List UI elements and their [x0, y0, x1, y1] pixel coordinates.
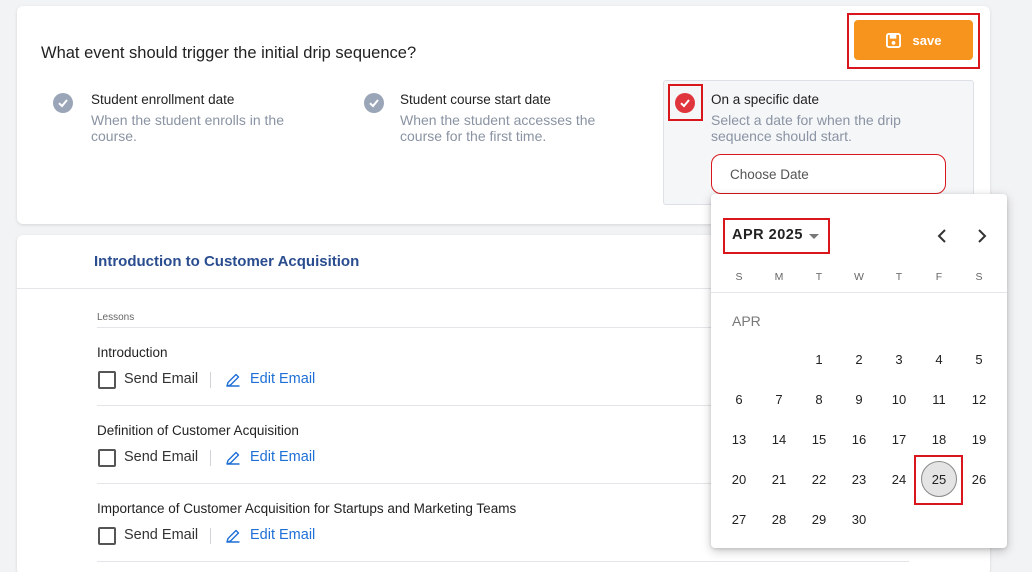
day-cell[interactable]: 27	[721, 501, 757, 537]
day-cell[interactable]: 19	[961, 421, 997, 457]
save-highlight	[847, 13, 980, 69]
selected-day-highlight	[914, 455, 963, 505]
day-cell[interactable]: 12	[961, 381, 997, 417]
lesson-title: Definition of Customer Acquisition	[97, 423, 299, 438]
day-cell[interactable]: 26	[961, 461, 997, 497]
edit-pencil-icon[interactable]	[225, 372, 241, 388]
day-cell[interactable]: 5	[961, 341, 997, 377]
day-cell[interactable]: 28	[761, 501, 797, 537]
option-start-title[interactable]: Student course start date	[400, 92, 551, 107]
divider	[210, 528, 211, 544]
edit-email-link[interactable]: Edit Email	[250, 527, 315, 543]
divider	[210, 372, 211, 388]
option-enrollment-title[interactable]: Student enrollment date	[91, 92, 234, 107]
option-start-desc-line2: course for the first time.	[400, 128, 547, 144]
day-cell[interactable]: 30	[841, 501, 877, 537]
weekday-label: S	[735, 271, 743, 283]
day-cell[interactable]: 14	[761, 421, 797, 457]
month-year-highlight	[723, 218, 830, 254]
day-cell[interactable]: 13	[721, 421, 757, 457]
weekday-label: F	[935, 271, 943, 283]
option-enrollment-check-icon[interactable]	[53, 93, 73, 113]
date-picker-popup: APR 2025 S M T W T F S APR 1 2 3 4 5 6 7 8 9 10 11…	[711, 194, 1007, 548]
edit-pencil-icon[interactable]	[225, 450, 241, 466]
day-cell[interactable]: 8	[801, 381, 837, 417]
option-specific-date-desc-line2: sequence should start.	[711, 128, 852, 144]
day-cell[interactable]: 4	[921, 341, 957, 377]
option-specific-date-desc-line1: Select a date for when the drip	[711, 112, 901, 128]
weekday-label: T	[895, 271, 903, 283]
day-cell[interactable]: 6	[721, 381, 757, 417]
lesson-title: Importance of Customer Acquisition for S…	[97, 501, 517, 516]
weekday-label: S	[975, 271, 983, 283]
edit-email-link[interactable]: Edit Email	[250, 371, 315, 387]
day-cell[interactable]: 18	[921, 421, 957, 457]
day-cell[interactable]: 9	[841, 381, 877, 417]
lessons-label: Lessons	[97, 312, 135, 323]
month-label: APR	[732, 313, 761, 329]
next-month-chevron-icon[interactable]	[972, 226, 992, 246]
divider	[97, 561, 909, 562]
edit-email-link[interactable]: Edit Email	[250, 449, 315, 465]
trigger-card: What event should trigger the initial dr…	[17, 6, 990, 224]
send-email-label[interactable]: Send Email	[124, 449, 198, 465]
send-email-label[interactable]: Send Email	[124, 527, 198, 543]
send-email-checkbox[interactable]	[98, 449, 116, 467]
edit-pencil-icon[interactable]	[225, 528, 241, 544]
day-cell[interactable]: 15	[801, 421, 837, 457]
lesson-title: Introduction	[97, 345, 168, 360]
weekday-label: T	[815, 271, 823, 283]
day-cell[interactable]: 24	[881, 461, 917, 497]
weekday-label: M	[774, 271, 784, 283]
send-email-checkbox[interactable]	[98, 371, 116, 389]
option-enrollment-desc-line2: course.	[91, 128, 137, 144]
option-start-desc-line1: When the student accesses the	[400, 112, 596, 128]
send-email-checkbox[interactable]	[98, 527, 116, 545]
divider	[210, 450, 211, 466]
day-cell[interactable]: 10	[881, 381, 917, 417]
day-cell[interactable]: 7	[761, 381, 797, 417]
check-highlight	[668, 84, 703, 121]
option-specific-date-title[interactable]: On a specific date	[711, 92, 819, 107]
section-title: Introduction to Customer Acquisition	[94, 253, 360, 270]
day-cell[interactable]: 29	[801, 501, 837, 537]
option-enrollment-desc-line1: When the student enrolls in the	[91, 112, 285, 128]
day-cell[interactable]: 21	[761, 461, 797, 497]
day-cell[interactable]: 23	[841, 461, 877, 497]
divider	[711, 292, 1007, 293]
day-cell[interactable]: 22	[801, 461, 837, 497]
day-cell[interactable]: 17	[881, 421, 917, 457]
day-cell[interactable]: 2	[841, 341, 877, 377]
day-cell[interactable]: 3	[881, 341, 917, 377]
trigger-question: What event should trigger the initial dr…	[41, 44, 417, 62]
prev-month-chevron-icon[interactable]	[932, 226, 952, 246]
option-start-check-icon[interactable]	[364, 93, 384, 113]
day-cell[interactable]: 16	[841, 421, 877, 457]
send-email-label[interactable]: Send Email	[124, 371, 198, 387]
day-cell[interactable]: 1	[801, 341, 837, 377]
choose-date-input[interactable]: Choose Date	[711, 154, 946, 194]
day-cell[interactable]: 20	[721, 461, 757, 497]
day-cell[interactable]: 11	[921, 381, 957, 417]
weekday-label: W	[854, 271, 864, 283]
